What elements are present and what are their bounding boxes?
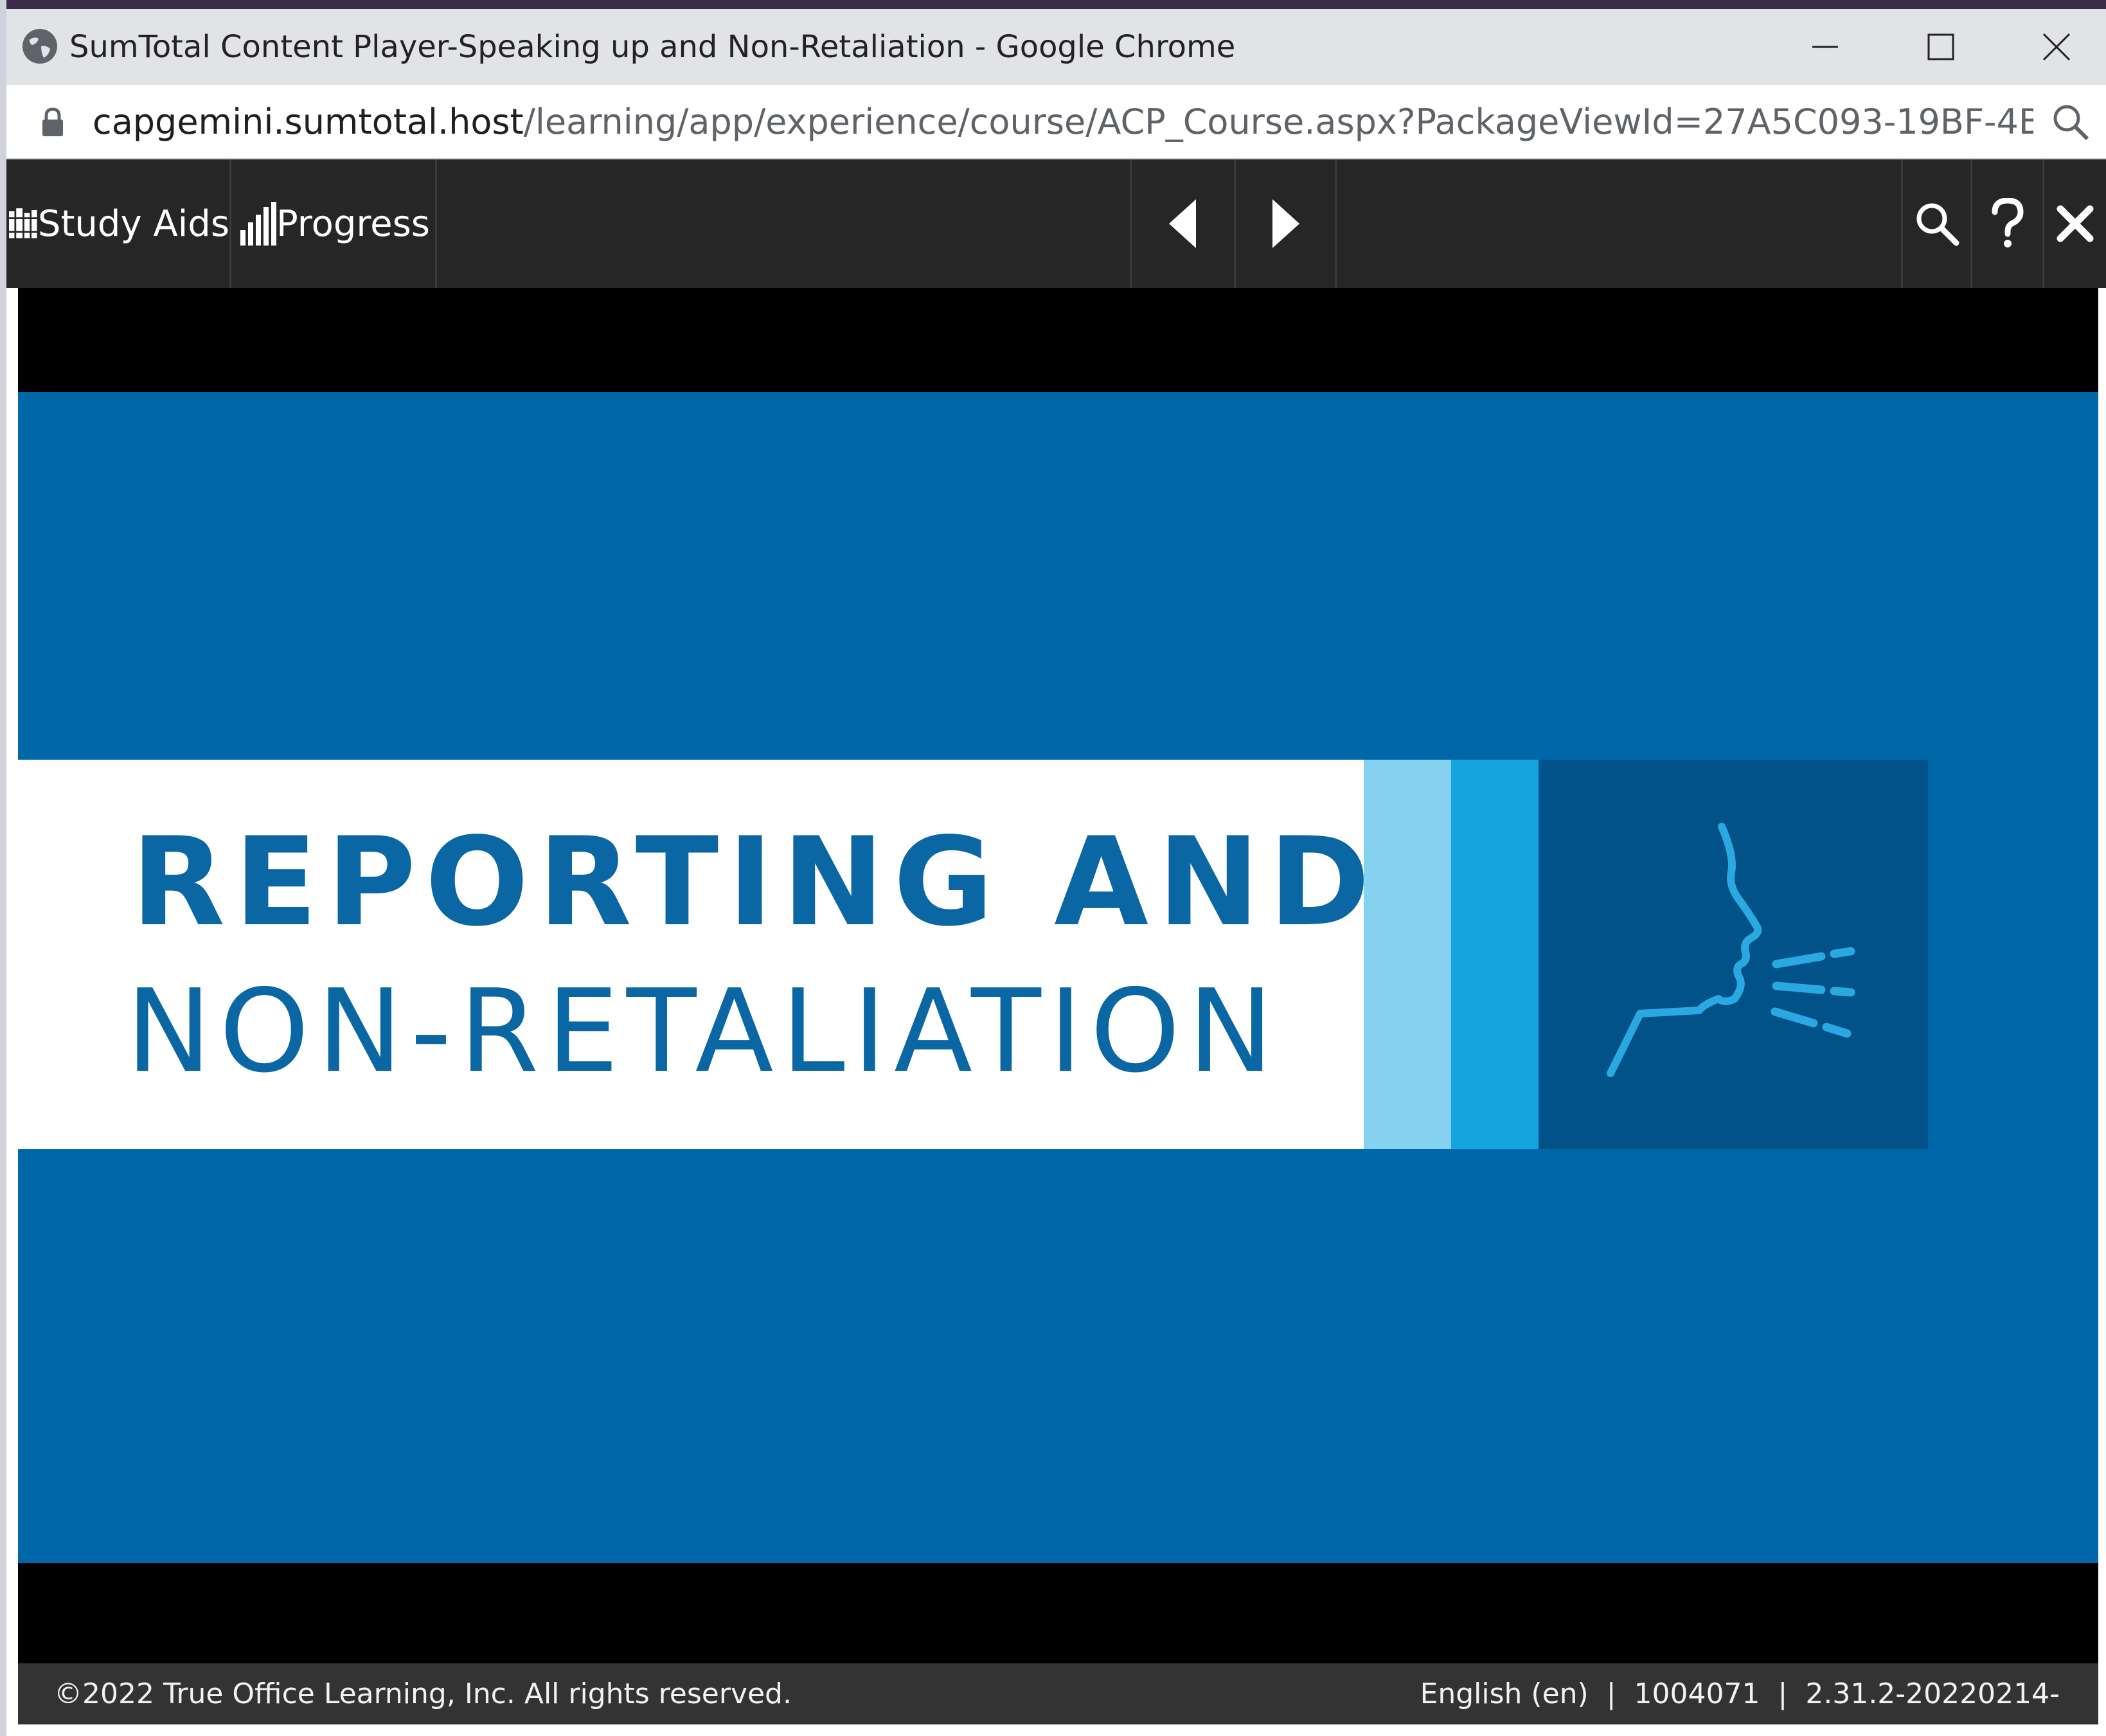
course-id-text: 1004071 xyxy=(1634,1678,1760,1710)
close-icon xyxy=(2042,33,2071,61)
minimize-icon xyxy=(1812,46,1838,48)
separator: | xyxy=(1778,1678,1788,1710)
maximize-icon xyxy=(1927,33,1954,60)
zoom-icon[interactable] xyxy=(2050,102,2091,143)
globe-icon xyxy=(22,29,57,64)
search-icon xyxy=(1916,203,1959,246)
browser-title-bar: SumTotal Content Player-Speaking up and … xyxy=(6,9,2106,85)
player-toolbar: Study Aids Progress xyxy=(6,159,2106,288)
close-icon xyxy=(2057,205,2094,242)
study-aids-label: Study Aids xyxy=(37,202,229,245)
next-button[interactable] xyxy=(1234,159,1337,288)
slide-title-line1: REPORTING AND xyxy=(131,811,1379,953)
help-icon xyxy=(1992,198,2024,247)
window-close-button[interactable] xyxy=(1999,9,2106,85)
copyright-text: ©2022 True Office Learning, Inc. All rig… xyxy=(54,1678,792,1710)
desktop-top-strip xyxy=(0,0,2106,9)
chevron-left-icon xyxy=(1168,199,1196,248)
previous-button[interactable] xyxy=(1130,159,1234,288)
separator: | xyxy=(1606,1678,1616,1710)
speaking-face-icon xyxy=(1607,823,1855,1077)
player-footer: ©2022 True Office Learning, Inc. All rig… xyxy=(18,1663,2098,1724)
maximize-button[interactable] xyxy=(1883,9,1999,85)
language-text: English (en) xyxy=(1420,1678,1589,1710)
help-button[interactable] xyxy=(1970,159,2042,288)
study-aids-icon xyxy=(9,208,37,238)
lock-icon xyxy=(42,107,63,136)
window-title: SumTotal Content Player-Speaking up and … xyxy=(69,29,1236,65)
desktop-left-strip xyxy=(0,0,6,1736)
progress-icon xyxy=(240,202,276,246)
slide[interactable]: REPORTING AND NON-RETALIATION xyxy=(18,392,2098,1563)
url-path: /learning/app/experience/course/ACP_Cour… xyxy=(523,102,2033,142)
minimize-button[interactable] xyxy=(1767,9,1883,85)
slide-title-line2: NON-RETALIATION xyxy=(126,965,1281,1098)
player-close-button[interactable] xyxy=(2042,159,2106,288)
content-player: REPORTING AND NON-RETALIATION ©2022 True… xyxy=(18,288,2098,1724)
footer-meta: English (en) | 1004071 | 2.31.2-20220214- xyxy=(1420,1663,2060,1724)
chevron-right-icon xyxy=(1272,199,1299,248)
banner-stripe-mid xyxy=(1451,760,1539,1149)
speaking-icon-box xyxy=(1539,760,1928,1149)
address-bar[interactable]: capgemini.sumtotal.host/learning/app/exp… xyxy=(6,85,2106,159)
url-host: capgemini.sumtotal.host xyxy=(93,102,524,142)
url-text[interactable]: capgemini.sumtotal.host/learning/app/exp… xyxy=(93,85,2033,159)
progress-label: Progress xyxy=(276,202,430,245)
study-aids-button[interactable]: Study Aids xyxy=(6,159,231,288)
search-button[interactable] xyxy=(1901,159,1970,288)
version-text: 2.31.2-20220214- xyxy=(1805,1678,2060,1710)
progress-button[interactable]: Progress xyxy=(231,159,437,288)
